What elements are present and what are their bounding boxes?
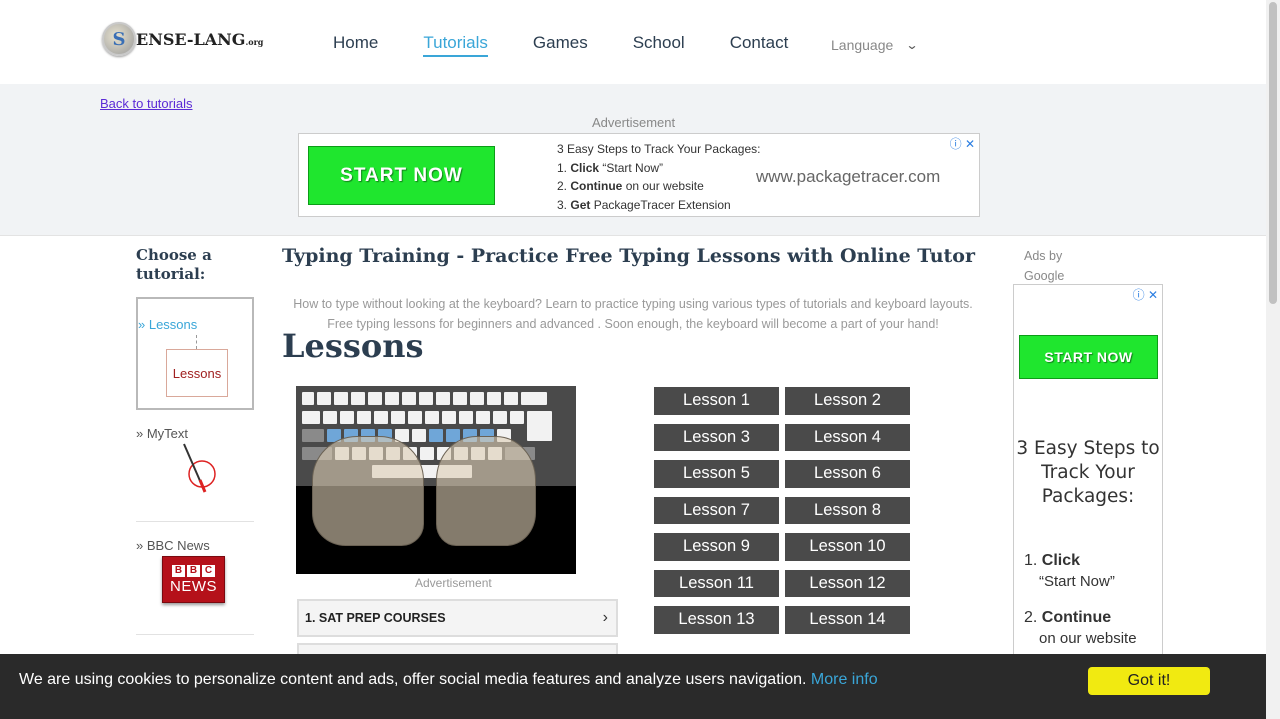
lesson-11-button[interactable]: Lesson 11 <box>654 569 779 599</box>
lesson-14-button[interactable]: Lesson 14 <box>785 606 910 636</box>
section-title: Lessons <box>282 327 424 365</box>
ad-step-1: 1. Click “Start Now” <box>557 160 664 175</box>
sidebar-item-label[interactable]: » Lessons <box>138 317 197 332</box>
main-nav: Home Tutorials Games School Contact <box>333 33 833 57</box>
keyboard-hands-image <box>296 386 576 574</box>
sat-prep-label: 1. SAT PREP COURSES <box>305 611 446 625</box>
sidebar-item-mytext[interactable]: » MyText <box>136 426 188 441</box>
nav-tutorials[interactable]: Tutorials <box>423 33 488 57</box>
nav-home[interactable]: Home <box>333 33 378 57</box>
site-logo[interactable]: S ENSE-LANG.org <box>102 22 263 56</box>
nav-games[interactable]: Games <box>533 33 588 57</box>
sidebar-divider <box>136 521 254 522</box>
ad-close-icon[interactable]: ⓘ ✕ <box>1133 286 1158 303</box>
page-scrollbar[interactable] <box>1266 0 1280 719</box>
sat-prep-ad-link[interactable]: 1. SAT PREP COURSES › <box>297 599 618 637</box>
sidebar-item-bbc-news[interactable]: » BBC News <box>136 538 210 553</box>
ad-close-icon[interactable]: ⓘ ✕ <box>950 135 975 152</box>
lesson-3-button[interactable]: Lesson 3 <box>654 423 779 453</box>
lesson-9-button[interactable]: Lesson 9 <box>654 533 779 563</box>
ad-step-2: 2. Continue on our website <box>557 179 704 193</box>
ad-start-now-button[interactable]: START NOW <box>308 146 495 205</box>
nav-school[interactable]: School <box>633 33 685 57</box>
ad-step-3: 3. Get PackageTracer Extension <box>557 197 731 212</box>
sidebar-heading: Choose a tutorial: <box>136 246 212 283</box>
page-title: Typing Training - Practice Free Typing L… <box>282 245 975 267</box>
side-ad-step-1: 1. Click <box>1024 552 1081 569</box>
chevron-right-icon: › <box>602 609 608 626</box>
ad-steps-title: 3 Easy Steps to Track Your Packages: <box>557 142 761 156</box>
lesson-4-button[interactable]: Lesson 4 <box>785 423 910 453</box>
more-info-link[interactable]: More info <box>811 671 878 688</box>
pen-icon <box>183 443 216 493</box>
side-ad-headline: 3 Easy Steps to Track Your Packages: <box>1016 438 1160 507</box>
lesson-8-button[interactable]: Lesson 8 <box>785 496 910 526</box>
side-ad-step-2: 2. Continue <box>1024 609 1112 626</box>
sidebar-divider <box>136 634 254 635</box>
site-header: S ENSE-LANG.org Home Tutorials Games Sch… <box>0 0 1266 84</box>
bbc-news-logo[interactable]: BBC NEWS <box>162 556 225 603</box>
chevron-down-icon: ⌄ <box>905 38 919 52</box>
ad-url: www.packagetracer.com <box>756 167 941 186</box>
hanging-string <box>196 335 197 349</box>
language-label: Language <box>831 37 894 53</box>
ads-by-google-label: Ads by Google <box>1024 249 1065 283</box>
bbc-news-text: NEWS <box>170 577 217 595</box>
lesson-7-button[interactable]: Lesson 7 <box>654 496 779 526</box>
cookie-banner: We are using cookies to personalize cont… <box>0 654 1266 719</box>
lesson-1-button[interactable]: Lesson 1 <box>654 387 779 417</box>
language-select[interactable]: Language ⌄ <box>831 37 919 53</box>
left-hand <box>312 436 424 546</box>
nav-contact[interactable]: Contact <box>730 33 789 57</box>
back-to-tutorials-link[interactable]: Back to tutorials <box>100 96 193 111</box>
got-it-button[interactable]: Got it! <box>1088 667 1210 695</box>
advertisement-label: Advertisement <box>415 576 492 590</box>
key-row <box>302 392 547 405</box>
lesson-grid: Lesson 1 Lesson 2 Lesson 3 Lesson 4 Less… <box>654 387 911 636</box>
side-ad-start-now-button[interactable]: START NOW <box>1019 335 1158 379</box>
lesson-12-button[interactable]: Lesson 12 <box>785 569 910 599</box>
side-ad-step-2-sub: on our website <box>1039 630 1137 647</box>
lesson-2-button[interactable]: Lesson 2 <box>785 387 910 417</box>
lesson-10-button[interactable]: Lesson 10 <box>785 533 910 563</box>
lesson-6-button[interactable]: Lesson 6 <box>785 460 910 490</box>
advertisement-label: Advertisement <box>592 115 676 130</box>
ad-steps: 3 Easy Steps to Track Your Packages: 1. … <box>557 140 760 214</box>
cookie-text: We are using cookies to personalize cont… <box>19 671 878 688</box>
side-ad[interactable]: ⓘ ✕ START NOW 3 Easy Steps to Track Your… <box>1013 284 1163 664</box>
bbc-letters: BBC <box>172 564 215 577</box>
banner-ad[interactable]: START NOW 3 Easy Steps to Track Your Pac… <box>298 133 980 217</box>
lessons-thumbnail: Lessons <box>166 349 228 397</box>
lesson-5-button[interactable]: Lesson 5 <box>654 460 779 490</box>
lesson-13-button[interactable]: Lesson 13 <box>654 606 779 636</box>
side-ad-step-1-sub: “Start Now” <box>1039 573 1115 590</box>
logo-text: ENSE-LANG.org <box>136 29 264 49</box>
right-hand <box>436 436 536 546</box>
logo-badge: S <box>102 22 136 56</box>
sidebar-item-lessons[interactable]: » Lessons Lessons <box>136 297 254 410</box>
scrollbar-thumb[interactable] <box>1269 2 1277 304</box>
